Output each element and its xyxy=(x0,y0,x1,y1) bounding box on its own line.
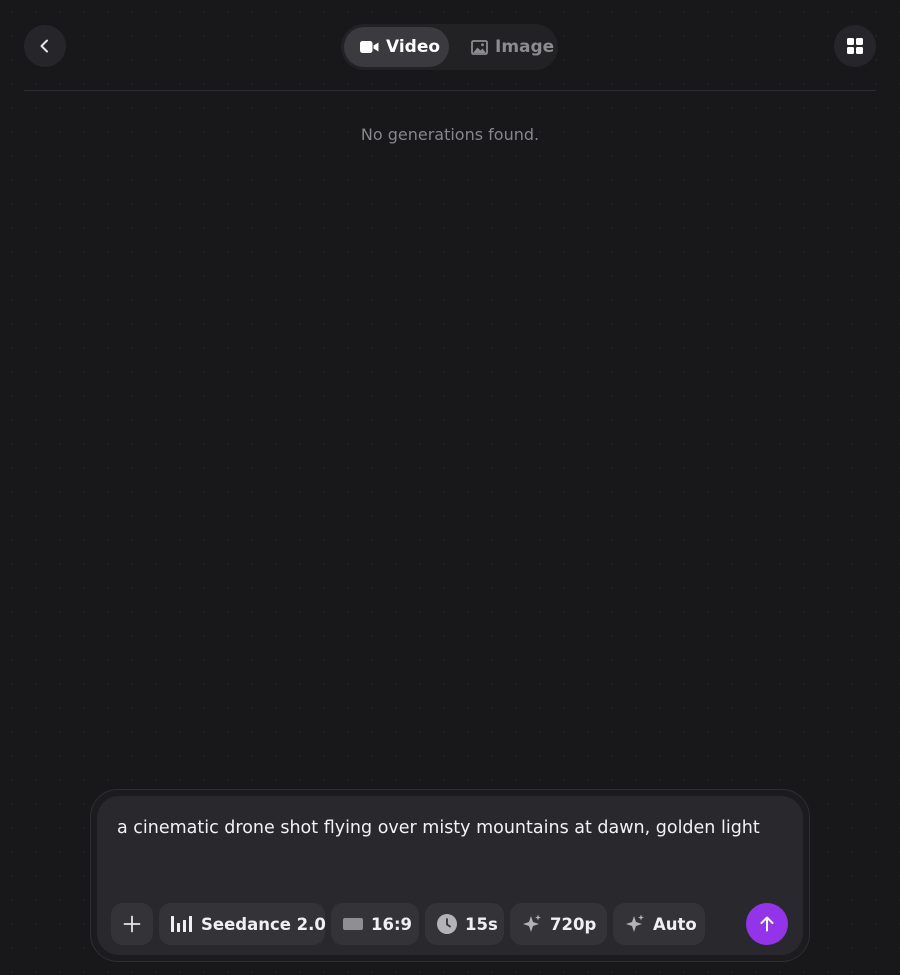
tab-image-label: Image xyxy=(495,37,555,57)
quality-label: 720p xyxy=(550,914,597,934)
tab-image[interactable]: Image xyxy=(449,27,555,67)
back-button[interactable] xyxy=(24,25,66,67)
chevron-left-icon xyxy=(37,38,53,54)
composer-panel: a cinematic drone shot flying over misty… xyxy=(97,796,803,955)
grid-icon xyxy=(847,38,863,54)
empty-state-message: No generations found. xyxy=(360,125,540,144)
image-icon xyxy=(471,39,488,55)
bars-icon xyxy=(171,916,193,932)
clock-icon xyxy=(437,914,457,934)
duration-label: 15s xyxy=(465,914,498,934)
plus-icon xyxy=(123,915,141,933)
sparkle-icon xyxy=(522,914,542,934)
aspect-ratio-selector[interactable]: 16:9 xyxy=(331,903,419,945)
aspect-ratio-label: 16:9 xyxy=(371,914,413,934)
mode-selector[interactable]: Auto xyxy=(613,903,705,945)
aspect-ratio-icon xyxy=(343,918,363,930)
mode-label: Auto xyxy=(653,914,697,934)
quality-selector[interactable]: 720p xyxy=(510,903,607,945)
prompt-composer: a cinematic drone shot flying over misty… xyxy=(90,789,810,962)
sparkle-icon xyxy=(625,914,645,934)
page: Video Image No generations found. a cine… xyxy=(0,0,900,975)
model-label: Seedance 2.0 xyxy=(201,914,326,934)
tab-video-label: Video xyxy=(386,37,441,57)
header-divider xyxy=(24,90,876,91)
send-button[interactable] xyxy=(746,903,788,945)
arrow-up-icon xyxy=(758,915,776,933)
duration-selector[interactable]: 15s xyxy=(425,903,504,945)
tab-video[interactable]: Video xyxy=(344,27,449,67)
model-selector[interactable]: Seedance 2.0 xyxy=(159,903,326,945)
media-type-tabs: Video Image xyxy=(341,24,558,70)
video-camera-icon xyxy=(360,40,379,54)
grid-view-button[interactable] xyxy=(834,25,876,67)
add-attachment-button[interactable] xyxy=(111,903,153,945)
prompt-input[interactable]: a cinematic drone shot flying over misty… xyxy=(117,818,760,838)
